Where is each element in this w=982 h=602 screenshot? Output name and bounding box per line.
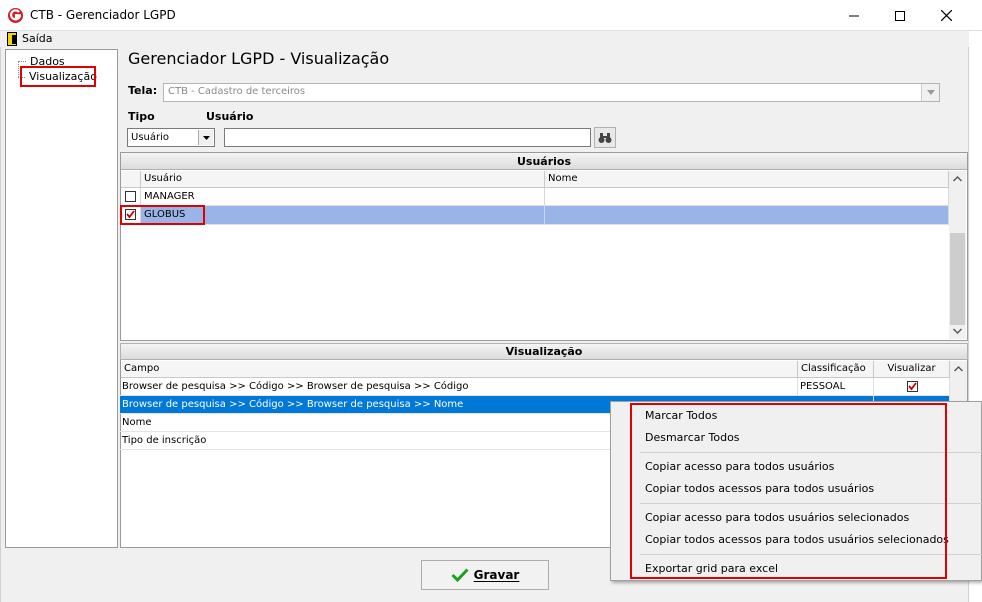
menu-item-copiar-acesso-todos[interactable]: Copiar acesso para todos usuários — [645, 460, 834, 473]
menu-separator — [640, 452, 982, 453]
cell-classificacao: PESSOAL — [798, 378, 874, 396]
usuario-label: Usuário — [206, 110, 254, 123]
menu-item-marcar-todos[interactable]: Marcar Todos — [645, 409, 717, 422]
tree-connector — [18, 77, 25, 78]
menu-item-copiar-todos-acessos-selecionados[interactable]: Copiar todos acessos para todos usuários… — [645, 533, 949, 546]
table-row-selected[interactable]: GLOBUS — [121, 206, 949, 225]
cell-usuario: GLOBUS — [141, 206, 545, 225]
menu-separator — [640, 503, 982, 504]
menu-item-copiar-acesso-selecionados[interactable]: Copiar acesso para todos usuários seleci… — [645, 511, 909, 524]
tree-item-dados[interactable]: Dados — [30, 55, 65, 68]
maximize-icon — [895, 10, 905, 21]
menu-separator — [640, 554, 982, 555]
table-row[interactable]: Browser de pesquisa >> Código >> Browser… — [120, 378, 950, 396]
menu-item-desmarcar-todos[interactable]: Desmarcar Todos — [645, 431, 740, 444]
gravar-button[interactable]: Gravar — [421, 560, 549, 590]
checkmark-icon — [451, 568, 469, 582]
menu-item-exportar-excel[interactable]: Exportar grid para excel — [645, 562, 778, 575]
checkmark-icon — [908, 382, 917, 391]
close-button[interactable] — [923, 0, 969, 31]
scroll-up-icon — [953, 176, 962, 182]
usuario-input[interactable] — [224, 128, 591, 147]
table-row[interactable]: MANAGER — [121, 188, 949, 206]
tela-select-value: CTB - Cadastro de terceiros — [168, 86, 306, 97]
cell-visualizar — [874, 378, 950, 396]
tipo-dropdown-button[interactable] — [198, 130, 213, 145]
chevron-down-icon — [926, 90, 935, 95]
usuarios-scroll-thumb[interactable] — [950, 233, 965, 325]
row-checkbox[interactable] — [125, 191, 136, 202]
column-header-usuario[interactable]: Usuário — [141, 171, 545, 188]
close-icon — [940, 10, 952, 21]
usuarios-header: Usuários — [121, 153, 967, 170]
visualizacao-header: Visualização — [120, 343, 968, 360]
navigation-tree — [5, 49, 118, 548]
tela-dropdown-button[interactable] — [921, 84, 939, 101]
search-button[interactable] — [594, 127, 616, 148]
exit-door-icon[interactable] — [7, 32, 17, 46]
column-header-visualizar[interactable]: Visualizar — [874, 361, 950, 378]
tipo-label: Tipo — [128, 110, 155, 123]
visualizar-checkbox-checked[interactable] — [907, 381, 918, 392]
app-logo-icon — [8, 8, 23, 23]
cell-nome — [545, 206, 949, 225]
menu-exit[interactable]: Saída — [22, 32, 53, 45]
chevron-down-icon — [202, 135, 210, 140]
binoculars-icon — [598, 132, 612, 143]
title-bar: CTB - Gerenciador LGPD — [0, 0, 982, 31]
scroll-down-icon — [953, 328, 962, 334]
column-header-classificacao[interactable]: Classificação — [798, 361, 874, 378]
tree-item-visualizacao[interactable]: Visualização — [29, 70, 97, 83]
scroll-up-icon — [954, 366, 963, 372]
menu-item-copiar-todos-acessos-todos[interactable]: Copiar todos acessos para todos usuários — [645, 482, 874, 495]
row-check-cell — [121, 206, 141, 225]
cell-nome — [545, 188, 949, 206]
tree-connector — [18, 62, 19, 77]
tipo-select-value: Usuário — [131, 132, 170, 143]
tree-connector — [18, 61, 26, 62]
maximize-button[interactable] — [877, 0, 923, 31]
menu-bar — [0, 31, 969, 47]
window-title: CTB - Gerenciador LGPD — [30, 8, 176, 22]
minimize-button[interactable] — [831, 0, 877, 31]
cell-usuario: MANAGER — [141, 188, 545, 206]
checkmark-icon — [126, 210, 135, 219]
column-header-nome[interactable]: Nome — [545, 171, 949, 188]
page-title: Gerenciador LGPD - Visualização — [128, 49, 390, 68]
row-check-cell — [121, 188, 141, 206]
gravar-label: Gravar — [473, 568, 520, 582]
minimize-icon — [849, 15, 859, 16]
tela-label: Tela: — [128, 84, 158, 97]
cell-campo: Browser de pesquisa >> Código >> Browser… — [120, 378, 798, 396]
column-header-check — [121, 171, 141, 188]
column-header-campo[interactable]: Campo — [121, 361, 798, 378]
row-checkbox-checked[interactable] — [125, 209, 136, 220]
